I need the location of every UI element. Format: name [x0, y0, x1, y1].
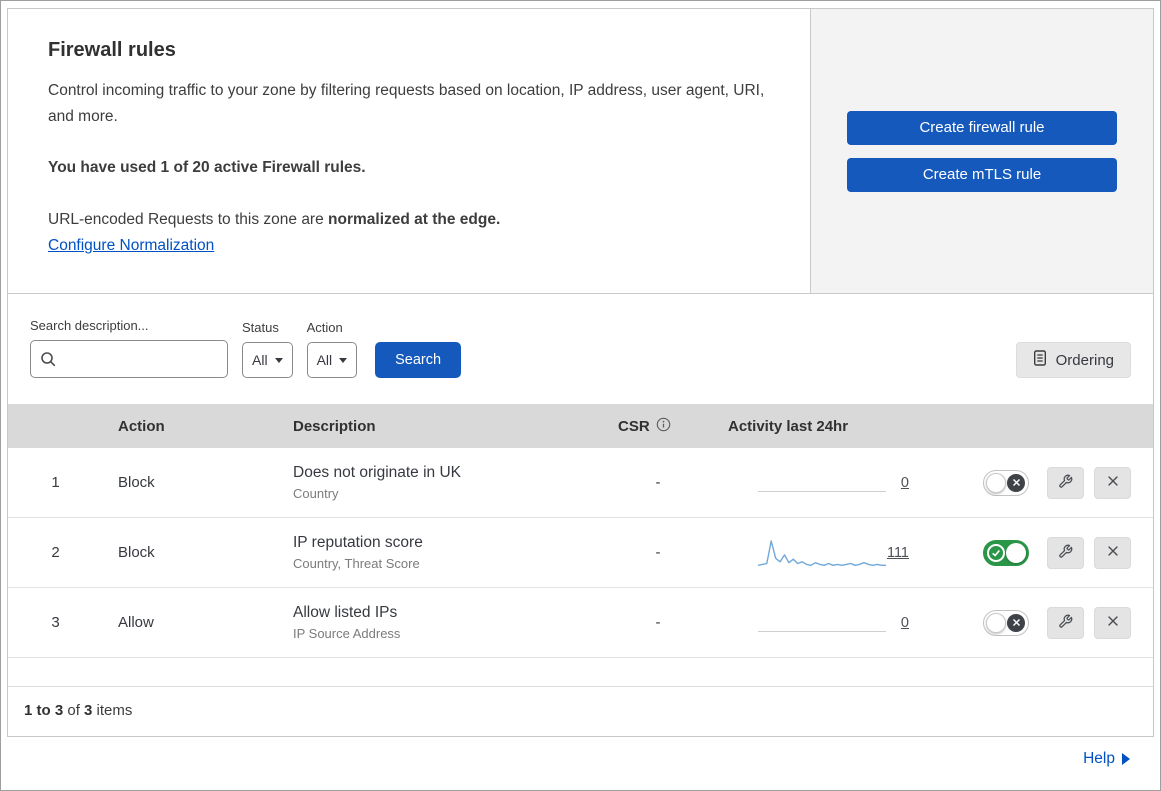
close-icon [1106, 614, 1120, 631]
x-icon [1007, 613, 1025, 632]
edit-rule-button[interactable] [1047, 466, 1084, 499]
intro-band: Firewall rules Control incoming traffic … [7, 8, 1154, 294]
usage-note: You have used 1 of 20 active Firewall ru… [48, 159, 366, 177]
rule-match-fields: Country [293, 486, 339, 501]
items-count-footer: 1 to 3 of 3 items [8, 686, 1153, 736]
edit-rule-button[interactable] [1047, 536, 1084, 569]
rule-priority: 2 [51, 544, 60, 561]
caret-right-icon [1122, 753, 1130, 765]
activity-sparkline [758, 536, 886, 570]
rule-description: Allow listed IPs [293, 604, 398, 621]
info-icon[interactable] [656, 417, 671, 436]
status-filter-select[interactable]: All [242, 342, 293, 378]
normalization-bold-text: normalized at the edge. [328, 210, 501, 228]
items-of-text: of [63, 702, 85, 719]
toggle-knob [986, 472, 1006, 493]
delete-rule-button[interactable] [1094, 536, 1131, 569]
rule-csr-value: - [655, 544, 661, 561]
search-box [30, 340, 228, 378]
rule-match-fields: Country, Threat Score [293, 556, 420, 571]
action-filter-select[interactable]: All [306, 342, 358, 378]
activity-count-link[interactable]: 111 [887, 545, 909, 561]
close-icon [1106, 544, 1120, 561]
page-title: Firewall rules [48, 39, 176, 61]
search-label: Search description... [30, 318, 149, 333]
rules-list-card: Search description... Status All Action [7, 293, 1154, 737]
x-icon [1007, 473, 1025, 492]
csr-header-label: CSR [618, 417, 650, 435]
action-filter-value: All [316, 352, 333, 368]
rule-enabled-toggle[interactable] [983, 609, 1029, 636]
rule-description: Does not originate in UK [293, 464, 462, 481]
ordering-button[interactable]: Ordering [1015, 342, 1131, 378]
delete-rule-button[interactable] [1094, 606, 1131, 639]
rule-action: Allow [118, 614, 154, 631]
activity-sparkline [758, 614, 886, 632]
toggle-knob [1006, 542, 1026, 563]
wrench-icon [1058, 474, 1073, 492]
ordering-button-label: Ordering [1055, 351, 1114, 369]
activity-column-header: Activity last 24hr [728, 417, 849, 435]
rule-csr-value: - [655, 474, 661, 491]
table-row: 3 Allow Allow listed IPs IP Source Addre… [8, 588, 1153, 658]
activity-count-link[interactable]: 0 [901, 615, 909, 631]
activity-sparkline [758, 474, 886, 492]
rule-action: Block [118, 544, 155, 561]
actions-panel: Create firewall rule Create mTLS rule [811, 9, 1153, 293]
search-input[interactable] [30, 340, 228, 378]
search-field: Search description... [30, 318, 228, 378]
items-label: items [92, 702, 133, 719]
list-document-icon [1033, 350, 1047, 370]
status-filter-value: All [252, 352, 268, 368]
rule-action: Block [118, 474, 155, 491]
rule-enabled-toggle[interactable] [983, 539, 1029, 566]
action-column-header: Action [118, 417, 165, 435]
page-description: Control incoming traffic to your zone by… [48, 82, 765, 125]
edit-rule-button[interactable] [1047, 606, 1084, 639]
status-filter-label: Status [242, 320, 279, 335]
firewall-rules-page: Firewall rules Control incoming traffic … [0, 0, 1161, 791]
table-row: 2 Block IP reputation score Country, Thr… [8, 518, 1153, 588]
rule-match-fields: IP Source Address [293, 626, 401, 641]
activity-count-link[interactable]: 0 [901, 475, 909, 491]
rule-priority: 1 [51, 474, 60, 491]
intro-card: Firewall rules Control incoming traffic … [8, 9, 811, 293]
wrench-icon [1058, 614, 1073, 632]
wrench-icon [1058, 544, 1073, 562]
check-icon [987, 543, 1005, 562]
create-firewall-rule-button[interactable]: Create firewall rule [847, 110, 1117, 145]
rule-csr-value: - [655, 614, 661, 631]
rule-description: IP reputation score [293, 534, 423, 551]
chevron-down-icon [339, 357, 348, 363]
help-bar: Help [7, 737, 1154, 781]
status-filter-field: Status All [242, 320, 293, 378]
close-icon [1106, 474, 1120, 491]
table-row: 1 Block Does not originate in UK Country… [8, 448, 1153, 518]
rule-enabled-toggle[interactable] [983, 469, 1029, 496]
delete-rule-button[interactable] [1094, 466, 1131, 499]
configure-normalization-link[interactable]: Configure Normalization [48, 237, 214, 254]
description-column-header: Description [293, 417, 376, 435]
action-filter-label: Action [306, 320, 343, 335]
help-link-label: Help [1083, 750, 1115, 767]
search-button[interactable]: Search [375, 342, 462, 378]
create-mtls-rule-button[interactable]: Create mTLS rule [847, 157, 1117, 192]
toggle-knob [986, 612, 1006, 633]
normalization-text: URL-encoded Requests to this zone are [48, 210, 329, 228]
filter-bar: Search description... Status All Action [8, 294, 1153, 404]
rule-priority: 3 [51, 614, 60, 631]
action-filter-field: Action All [306, 320, 358, 378]
normalization-note: URL-encoded Requests to this zone are no… [48, 207, 768, 233]
items-range: 1 to 3 [24, 702, 64, 719]
chevron-down-icon [274, 357, 283, 363]
csr-column-header: CSR [603, 417, 713, 436]
table-header: Action Description CSR Activity last 24h… [8, 404, 1153, 448]
help-link[interactable]: Help [1083, 750, 1130, 768]
